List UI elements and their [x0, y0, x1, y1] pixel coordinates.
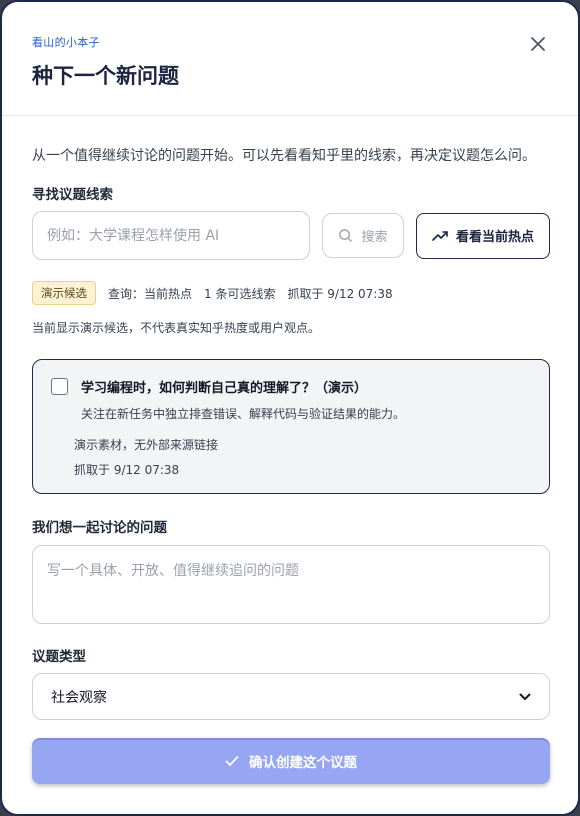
question-section-label: 我们想一起讨论的问题	[32, 520, 167, 536]
close-icon	[531, 37, 545, 51]
intro-text: 从一个值得继续讨论的问题开始。可以先看看知乎里的线索，再决定议题怎么问。	[32, 148, 536, 164]
topic-type-select[interactable]: 社会观察	[32, 673, 550, 720]
trending-up-icon	[432, 230, 448, 241]
chevron-down-icon	[519, 693, 531, 700]
dialog-kicker: 看山的小本子	[32, 36, 100, 49]
confirm-create-button[interactable]: 确认创建这个议题	[32, 738, 550, 784]
clue-status-row: 演示候选 查询：当前热点 1 条可选线索 抓取于 9/12 07:38	[32, 281, 393, 305]
view-hot-topics-label: 看看当前热点	[455, 230, 534, 245]
demo-badge: 演示候选	[32, 281, 96, 305]
fetched-time: 抓取于 9/12 07:38	[287, 286, 393, 301]
search-button[interactable]: 搜索	[322, 213, 404, 258]
clue-search-row: 搜索 看看当前热点	[32, 211, 550, 260]
candidate-source: 演示素材，无外部来源链接	[74, 438, 219, 452]
candidate-card[interactable]: 学习编程时，如何判断自己真的理解了？（演示） 关注在新任务中独立排查错误、解释代…	[32, 359, 550, 494]
dialog-title: 种下一个新问题	[32, 64, 179, 88]
search-icon	[339, 229, 353, 242]
demo-disclaimer: 当前显示演示候选，不代表真实知乎热度或用户观点。	[32, 321, 321, 335]
query-text: 查询：当前热点	[108, 286, 193, 301]
view-hot-topics-button[interactable]: 看看当前热点	[416, 212, 550, 259]
clue-search-input[interactable]	[32, 211, 310, 260]
clue-section-label: 寻找议题线索	[32, 187, 113, 203]
confirm-create-label: 确认创建这个议题	[249, 755, 357, 771]
type-section-label: 议题类型	[32, 649, 86, 665]
candidate-title: 学习编程时，如何判断自己真的理解了？（演示）	[81, 381, 368, 396]
create-topic-dialog: 看山的小本子 种下一个新问题 从一个值得继续讨论的问题开始。可以先看看知乎里的线…	[0, 0, 580, 816]
candidate-description: 关注在新任务中独立排查错误、解释代码与验证结果的能力。	[81, 407, 406, 421]
candidate-count: 1 条可选线索	[204, 286, 276, 301]
candidate-fetched-time: 抓取于 9/12 07:38	[74, 463, 180, 477]
search-button-label: 搜索	[361, 230, 388, 245]
candidate-checkbox[interactable]	[51, 378, 68, 395]
close-button[interactable]	[528, 34, 548, 54]
question-textarea[interactable]	[32, 545, 550, 624]
dialog-header: 看山的小本子 种下一个新问题	[2, 2, 578, 116]
topic-type-value: 社会观察	[51, 689, 107, 706]
check-icon	[225, 756, 239, 766]
